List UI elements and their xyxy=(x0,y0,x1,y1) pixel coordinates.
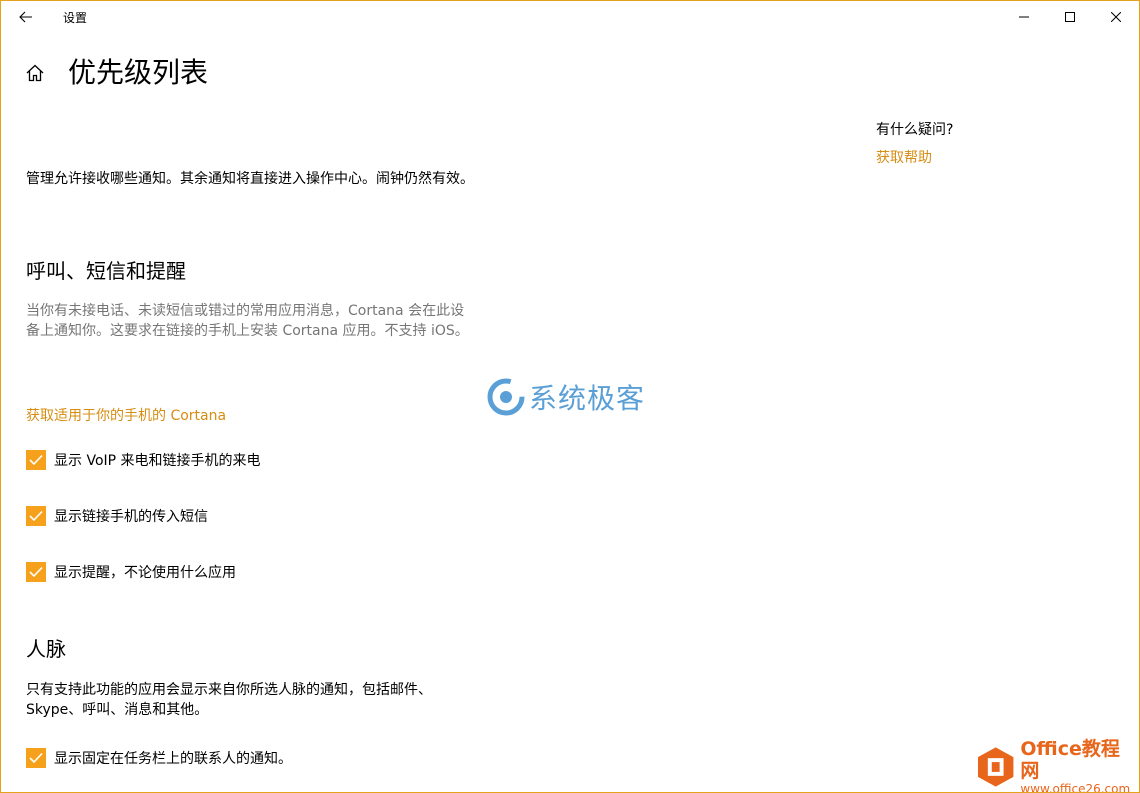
minimize-icon xyxy=(1019,16,1029,18)
maximize-icon xyxy=(1065,12,1075,22)
checkbox-pinned-contacts[interactable]: 显示固定在任务栏上的联系人的通知。 xyxy=(26,748,292,768)
page-title: 优先级列表 xyxy=(68,56,209,89)
watermark-logo-icon xyxy=(487,378,525,416)
page-description: 管理允许接收哪些通知。其余通知将直接进入操作中心。闹钟仍然有效。 xyxy=(26,171,474,187)
check-icon xyxy=(29,510,43,522)
check-icon xyxy=(29,454,43,466)
title-bar: 设置 xyxy=(1,1,1139,33)
checkbox-voip-calls[interactable]: 显示 VoIP 来电和链接手机的来电 xyxy=(26,450,261,470)
watermark: 系统极客 xyxy=(487,377,645,417)
settings-window: 设置 优先级列表 有什么疑问? 获取帮助 管理允许接收哪些通知。其余通知将直接进… xyxy=(0,0,1140,793)
watermark-text: 系统极客 xyxy=(529,382,646,415)
check-icon xyxy=(29,752,43,764)
close-button[interactable] xyxy=(1093,1,1139,33)
office-logo-icon xyxy=(977,747,1014,787)
home-button[interactable] xyxy=(23,61,47,85)
check-icon xyxy=(29,566,43,578)
checkbox-box[interactable] xyxy=(26,562,46,582)
checkbox-sms[interactable]: 显示链接手机的传入短信 xyxy=(26,506,208,526)
office-text: Office教程网 www.office26.com xyxy=(1020,738,1137,793)
office-url: www.office26.com xyxy=(1020,782,1131,793)
minimize-button[interactable] xyxy=(1001,1,1047,33)
checkbox-box[interactable] xyxy=(26,506,46,526)
home-icon xyxy=(26,64,44,82)
help-question: 有什么疑问? xyxy=(876,122,954,138)
checkbox-box[interactable] xyxy=(26,450,46,470)
checkbox-label: 显示固定在任务栏上的联系人的通知。 xyxy=(54,751,292,767)
back-arrow-icon xyxy=(19,11,32,23)
window-title: 设置 xyxy=(63,11,88,25)
checkbox-reminders[interactable]: 显示提醒，不论使用什么应用 xyxy=(26,562,236,582)
checkbox-label: 显示 VoIP 来电和链接手机的来电 xyxy=(54,453,261,469)
calls-description: 当你有未接电话、未读短信或错过的常用应用消息，Cortana 会在此设备上通知你… xyxy=(26,303,469,339)
office-logo: Office教程网 www.office26.com xyxy=(977,738,1137,792)
back-button[interactable] xyxy=(9,3,43,31)
get-help-link[interactable]: 获取帮助 xyxy=(876,147,932,167)
checkbox-box[interactable] xyxy=(26,748,46,768)
checkbox-label: 显示提醒，不论使用什么应用 xyxy=(54,565,236,581)
section-heading-calls: 呼叫、短信和提醒 xyxy=(26,259,186,283)
office-title: Office教程网 xyxy=(1020,738,1120,782)
people-description: 只有支持此功能的应用会显示来自你所选人脉的通知，包括邮件、Skype、呼叫、消息… xyxy=(26,682,432,718)
maximize-button[interactable] xyxy=(1047,1,1093,33)
close-icon xyxy=(1111,12,1121,22)
checkbox-label: 显示链接手机的传入短信 xyxy=(54,509,208,525)
section-heading-people: 人脉 xyxy=(26,637,66,661)
get-cortana-link[interactable]: 获取适用于你的手机的 Cortana xyxy=(26,405,226,425)
